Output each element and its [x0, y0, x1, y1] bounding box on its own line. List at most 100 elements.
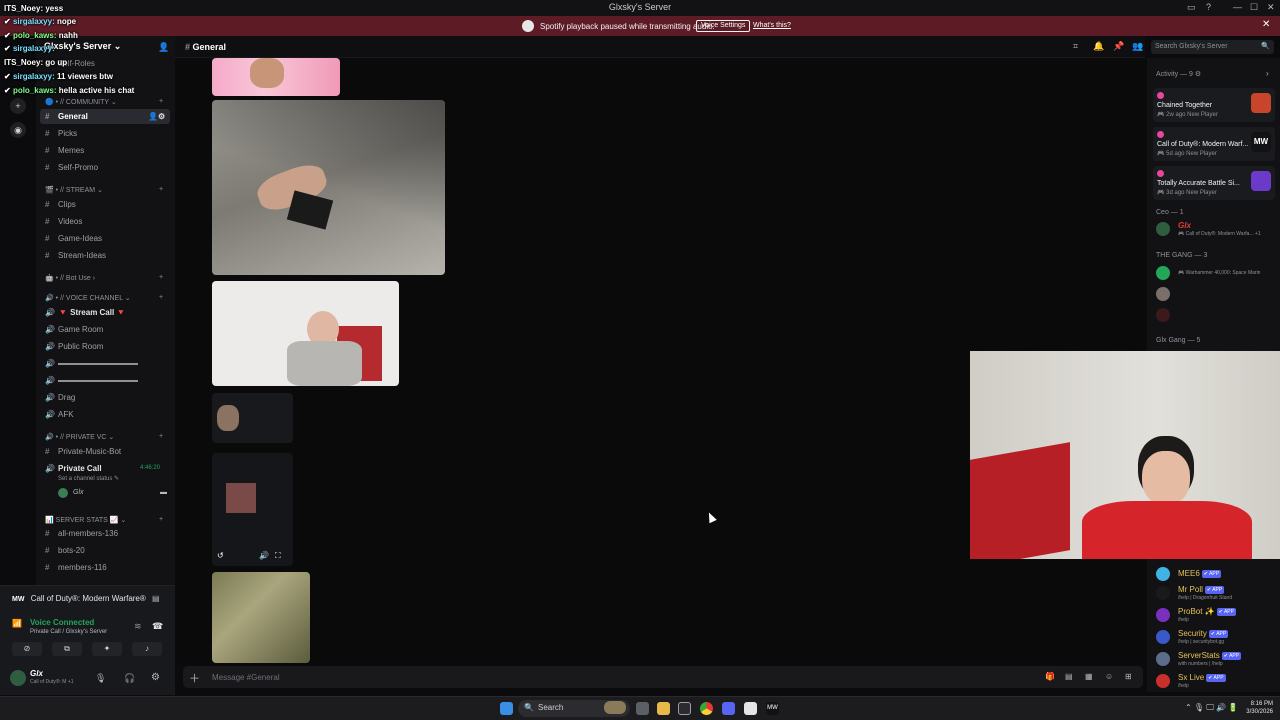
image-attachment[interactable]	[212, 58, 340, 96]
member-item[interactable]: Sx Live ✔ APP /help	[1156, 673, 1276, 691]
current-user[interactable]: Glx	[30, 669, 43, 678]
minimize-button[interactable]: —	[1233, 2, 1242, 12]
category-private-vc[interactable]: 🔊 • // PRIVATE VC ⌄ +	[45, 433, 163, 441]
mic-icon[interactable]: 🎙	[95, 673, 106, 684]
discord-icon[interactable]	[722, 702, 735, 715]
sidebar-item-drag[interactable]: 🔊 Drag	[40, 390, 170, 405]
member-item[interactable]: ProBot ✨ ✔ APP /help	[1156, 607, 1276, 625]
member-item[interactable]	[1156, 307, 1276, 325]
voice-settings-button[interactable]: Voice Settings	[696, 20, 751, 32]
sidebar-item-divider-2[interactable]: 🔊	[40, 373, 170, 388]
bell-icon[interactable]: 🔔	[1093, 41, 1104, 52]
speaker-icon: 🔊	[45, 464, 55, 473]
sidebar-item-bots[interactable]: # bots-20	[40, 543, 170, 558]
sidebar-item-videos[interactable]: # Videos	[40, 214, 170, 229]
sticker-icon[interactable]: ▦	[1085, 672, 1093, 681]
image-attachment[interactable]	[212, 100, 445, 275]
avatar[interactable]	[10, 670, 26, 686]
message-composer[interactable]: ＋ Message #General 🎁 ▤ ▦ ☺ ⊞	[183, 666, 1143, 688]
gift-icon[interactable]: 🎁	[1045, 672, 1055, 681]
add-attachment-icon[interactable]: ＋	[189, 670, 200, 686]
video-attachment[interactable]	[212, 281, 399, 386]
soundboard-button[interactable]: ♪	[132, 642, 162, 656]
taskbar-search[interactable]: 🔍 Search	[518, 700, 630, 717]
gif-icon[interactable]: ▤	[1065, 672, 1073, 681]
sidebar-item-divider-1[interactable]: 🔊	[40, 356, 170, 371]
close-notice-icon[interactable]: ✕	[1262, 19, 1270, 30]
sidebar-item-private-music-bot[interactable]: # Private-Music-Bot	[40, 444, 170, 459]
member-item[interactable]: Security ✔ APP /help | securitybot.gg	[1156, 629, 1276, 647]
camera-off-button[interactable]: ⊘	[12, 642, 42, 656]
activities-button[interactable]: ✦	[92, 642, 122, 656]
maximize-button[interactable]: ☐	[1250, 2, 1258, 13]
sidebar-item-stream-call[interactable]: 🔊 🔻 Stream Call 🔻	[40, 305, 170, 320]
clock-time[interactable]: 8:16 PM	[1243, 701, 1273, 707]
threads-icon[interactable]: ⌗	[1073, 41, 1078, 52]
noise-suppression-icon[interactable]: ≋	[134, 621, 142, 632]
start-icon[interactable]	[500, 702, 513, 715]
discover-icon[interactable]: ◉	[10, 122, 26, 138]
member-item[interactable]: Glx 🎮 Call of Duty®: Modern Warfa... +1	[1156, 221, 1276, 239]
file-explorer-icon[interactable]	[657, 702, 670, 715]
sidebar-item-clips[interactable]: # Clips	[40, 197, 170, 212]
category-bot-use[interactable]: 🤖 • // Bot Use › +	[45, 274, 163, 282]
activity-card[interactable]: Chained Together 🎮 2w ago New Player	[1153, 88, 1275, 122]
activity-title[interactable]: Activity — 9 ⚙	[1156, 70, 1201, 78]
sidebar-item-self-promo[interactable]: # Self-Promo	[40, 160, 170, 175]
whats-this-link[interactable]: What's this?	[753, 22, 791, 29]
image-attachment[interactable]	[212, 393, 293, 443]
chevron-right-icon[interactable]: ›	[1266, 69, 1269, 78]
disconnect-icon[interactable]: ☎	[152, 621, 163, 632]
message-input[interactable]: Message #General	[212, 673, 280, 682]
game-activity[interactable]: MW Call of Duty®: Modern Warfare® ▤	[12, 594, 167, 603]
help-icon[interactable]: ?	[1206, 2, 1211, 12]
close-window-button[interactable]: ✕	[1267, 2, 1275, 13]
voice-location[interactable]: Private Call / Glxsky's Server	[30, 629, 107, 635]
pin-icon[interactable]: 📌	[1113, 41, 1124, 52]
activity-card[interactable]: Totally Accurate Battle Si... 🎮 3d ago Ne…	[1153, 166, 1275, 200]
sidebar-item-general[interactable]: # General 👤⚙	[40, 109, 170, 124]
inbox-icon[interactable]: ▭	[1187, 2, 1196, 13]
sidebar-item-stream-ideas[interactable]: # Stream-Ideas	[40, 248, 170, 263]
search-input[interactable]: Search Glxsky's Server 🔍	[1151, 40, 1274, 54]
task-view-icon[interactable]	[636, 702, 649, 715]
sidebar-item-all-members[interactable]: # all-members-136	[40, 526, 170, 541]
sidebar-item-members[interactable]: # members-116	[40, 560, 170, 575]
voice-user-row[interactable]: Glx ▬	[58, 487, 170, 500]
add-server-icon[interactable]: +	[10, 98, 26, 114]
category-community[interactable]: 🔵 • // COMMUNITY ⌄ +	[45, 98, 163, 106]
voice-connected-label[interactable]: Voice Connected	[30, 618, 94, 627]
chrome-icon[interactable]	[700, 702, 713, 715]
sidebar-item-afk[interactable]: 🔊 AFK	[40, 407, 170, 422]
settings-gear-icon[interactable]: ⚙	[151, 672, 160, 683]
member-item[interactable]	[1156, 286, 1276, 304]
notepad-icon[interactable]	[744, 702, 757, 715]
clock-date[interactable]: 3/30/2026	[1243, 709, 1273, 715]
sidebar-item-game-ideas[interactable]: # Game-Ideas	[40, 231, 170, 246]
image-attachment[interactable]	[212, 572, 310, 663]
sidebar-item-picks[interactable]: # Picks	[40, 126, 170, 141]
app-icon[interactable]	[678, 702, 691, 715]
channel-status[interactable]: Set a channel status ✎	[58, 475, 119, 482]
sidebar-item-private-call[interactable]: 🔊 Private Call 4:46:20	[40, 461, 170, 476]
member-item[interactable]: 🎮 Warhammer 40,000: Space Marin	[1156, 265, 1276, 283]
tray-icons[interactable]: ⌃ 🎙 🖵 🔊 🔋	[1185, 703, 1238, 713]
category-voice[interactable]: 🔊 • // VOICE CHANNEL ⌄ +	[45, 294, 163, 302]
member-item[interactable]: MEE6 ✔ APP	[1156, 566, 1276, 584]
category-server-stats[interactable]: 📊 SERVER STATS 📈 ⌄ +	[45, 516, 163, 524]
current-user-status: Call of Duty®: M +1	[30, 679, 74, 685]
activity-card[interactable]: Call of Duty®: Modern Warf... 🎮 5d ago Ne…	[1153, 127, 1275, 161]
emoji-icon[interactable]: ☺	[1105, 672, 1113, 681]
apps-icon[interactable]: ⊞	[1125, 672, 1132, 681]
video-attachment[interactable]: ↺ 🔊 ⛶	[212, 453, 293, 566]
member-item[interactable]: Mr Poll ✔ APP /help | Dragonfruit Stand	[1156, 585, 1276, 603]
sidebar-item-memes[interactable]: # Memes	[40, 143, 170, 158]
game-icon[interactable]: MW	[766, 702, 779, 715]
member-item[interactable]: ServerStats ✔ APP with numbers | /help	[1156, 651, 1276, 669]
screen-share-button[interactable]: ⧉	[52, 642, 82, 656]
sidebar-item-game-room[interactable]: 🔊 Game Room	[40, 322, 170, 337]
category-stream[interactable]: 🎬 • // STREAM ⌄ +	[45, 186, 163, 194]
sidebar-item-public-room[interactable]: 🔊 Public Room	[40, 339, 170, 354]
member-list-icon[interactable]: 👥	[1132, 41, 1143, 52]
headphones-icon[interactable]: 🎧	[124, 673, 135, 684]
